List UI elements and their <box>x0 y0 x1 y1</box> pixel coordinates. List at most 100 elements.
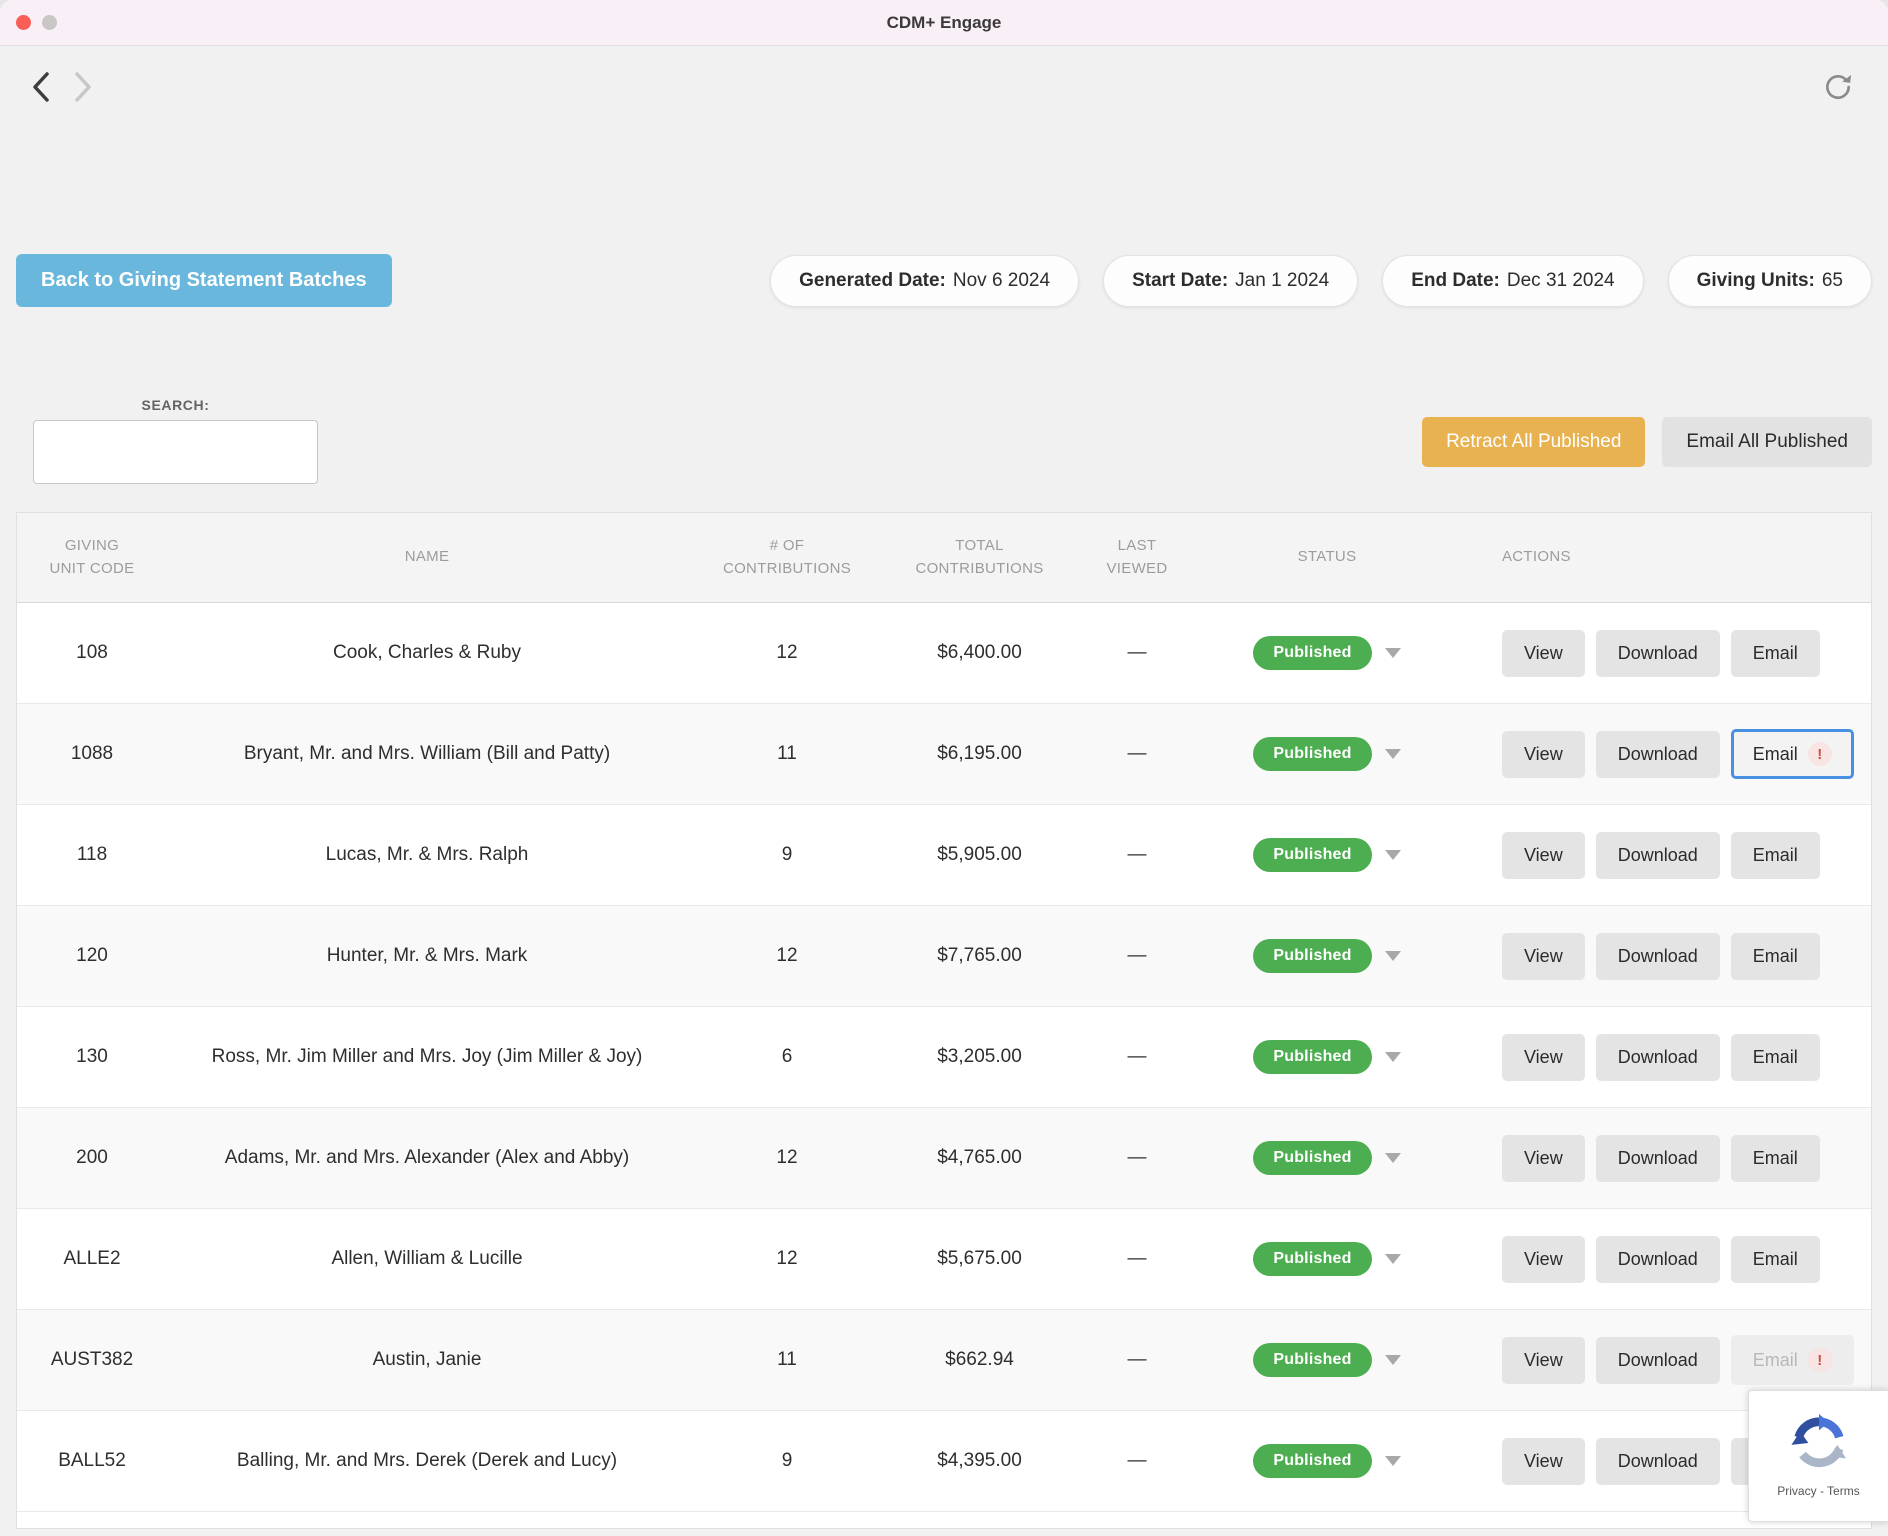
back-nav-icon[interactable] <box>30 70 52 104</box>
table-row: 1088 Bryant, Mr. and Mrs. William (Bill … <box>17 704 1871 805</box>
generated-date-value: Nov 6 2024 <box>953 270 1050 291</box>
total-contributions-cell: $4,395.00 <box>887 1450 1072 1472</box>
download-button[interactable]: Download <box>1596 1438 1720 1485</box>
actions-cell: View Download Email ! <box>1452 630 1871 677</box>
status-dropdown-caret-icon[interactable] <box>1385 648 1401 658</box>
email-button[interactable]: Email ! <box>1731 1335 1854 1385</box>
contributions-cell: 12 <box>687 1248 887 1270</box>
giving-units-value: 65 <box>1822 270 1843 291</box>
status-cell: Published <box>1202 838 1452 872</box>
name-cell: Hunter, Mr. & Mrs. Mark <box>167 945 687 967</box>
status-cell: Published <box>1202 1242 1452 1276</box>
name-cell: Balling, Mr. and Mrs. Derek (Derek and L… <box>167 1450 687 1472</box>
actions-cell: View Download Email ! <box>1452 1034 1871 1081</box>
start-date-pill: Start Date:Jan 1 2024 <box>1103 255 1358 307</box>
email-button[interactable]: Email ! <box>1731 832 1820 879</box>
recaptcha-badge[interactable]: Privacy - Terms <box>1748 1390 1888 1522</box>
forward-nav-icon[interactable] <box>72 70 94 104</box>
table-header: GIVING UNIT CODE NAME # OF CONTRIBUTIONS… <box>17 513 1871 603</box>
download-button[interactable]: Download <box>1596 1236 1720 1283</box>
last-viewed-cell: — <box>1072 844 1202 866</box>
refresh-icon[interactable] <box>1822 71 1854 103</box>
last-viewed-cell: — <box>1072 642 1202 664</box>
status-dropdown-caret-icon[interactable] <box>1385 951 1401 961</box>
table-row: 108 Cook, Charles & Ruby 12 $6,400.00 — … <box>17 603 1871 704</box>
download-button[interactable]: Download <box>1596 731 1720 778</box>
status-dropdown-caret-icon[interactable] <box>1385 1355 1401 1365</box>
giving-unit-code-cell: 120 <box>17 945 167 967</box>
giving-unit-code-cell: 118 <box>17 844 167 866</box>
column-header-total-contributions: TOTAL CONTRIBUTIONS <box>887 535 1072 580</box>
total-contributions-cell: $5,905.00 <box>887 844 1072 866</box>
email-button-label: Email <box>1753 1249 1798 1270</box>
view-button[interactable]: View <box>1502 1034 1585 1081</box>
recaptcha-privacy-terms[interactable]: Privacy - Terms <box>1777 1484 1859 1498</box>
table-row: ALLE2 Allen, William & Lucille 12 $5,675… <box>17 1209 1871 1310</box>
total-contributions-cell: $3,205.00 <box>887 1046 1072 1068</box>
view-button[interactable]: View <box>1502 1135 1585 1182</box>
retract-all-published-button[interactable]: Retract All Published <box>1422 417 1645 467</box>
nav-arrows <box>30 70 94 104</box>
view-button[interactable]: View <box>1502 1438 1585 1485</box>
last-viewed-cell: — <box>1072 1147 1202 1169</box>
last-viewed-cell: — <box>1072 945 1202 967</box>
actions-cell: View Download Email ! <box>1452 1335 1871 1385</box>
refresh-wrap <box>1822 71 1854 103</box>
end-date-value: Dec 31 2024 <box>1507 270 1615 291</box>
email-button[interactable]: Email ! <box>1731 630 1820 677</box>
status-cell: Published <box>1202 1444 1452 1478</box>
download-button[interactable]: Download <box>1596 933 1720 980</box>
email-error-icon: ! <box>1808 742 1832 766</box>
view-button[interactable]: View <box>1502 1337 1585 1384</box>
download-button[interactable]: Download <box>1596 1034 1720 1081</box>
download-button[interactable]: Download <box>1596 1337 1720 1384</box>
name-cell: Cook, Charles & Ruby <box>167 642 687 664</box>
status-dropdown-caret-icon[interactable] <box>1385 1052 1401 1062</box>
recaptcha-icon <box>1790 1414 1848 1472</box>
view-button[interactable]: View <box>1502 1236 1585 1283</box>
status-dropdown-caret-icon[interactable] <box>1385 749 1401 759</box>
view-button[interactable]: View <box>1502 630 1585 677</box>
status-dropdown-caret-icon[interactable] <box>1385 850 1401 860</box>
email-all-published-button[interactable]: Email All Published <box>1662 417 1872 467</box>
generated-date-label: Generated Date: <box>799 270 946 291</box>
summary-pills: Generated Date: Nov 6 2024 Start Date:Jan… <box>770 255 1872 307</box>
status-dropdown-caret-icon[interactable] <box>1385 1456 1401 1466</box>
total-contributions-cell: $7,765.00 <box>887 945 1072 967</box>
minimize-window-button[interactable] <box>42 15 57 30</box>
close-window-button[interactable] <box>16 15 31 30</box>
view-button[interactable]: View <box>1502 832 1585 879</box>
total-contributions-cell: $6,195.00 <box>887 743 1072 765</box>
name-cell: Lucas, Mr. & Mrs. Ralph <box>167 844 687 866</box>
view-button[interactable]: View <box>1502 933 1585 980</box>
email-button[interactable]: Email ! <box>1731 1135 1820 1182</box>
email-button[interactable]: Email ! <box>1731 729 1854 779</box>
giving-unit-code-cell: BALL52 <box>17 1450 167 1472</box>
status-dropdown-caret-icon[interactable] <box>1385 1254 1401 1264</box>
total-contributions-cell: $6,400.00 <box>887 642 1072 664</box>
email-button[interactable]: Email ! <box>1731 1236 1820 1283</box>
table-body: 108 Cook, Charles & Ruby 12 $6,400.00 — … <box>17 603 1871 1512</box>
download-button[interactable]: Download <box>1596 630 1720 677</box>
total-contributions-cell: $662.94 <box>887 1349 1072 1371</box>
email-button[interactable]: Email ! <box>1731 1034 1820 1081</box>
view-button[interactable]: View <box>1502 731 1585 778</box>
name-cell: Ross, Mr. Jim Miller and Mrs. Joy (Jim M… <box>167 1046 687 1068</box>
giving-unit-code-cell: 1088 <box>17 743 167 765</box>
status-badge: Published <box>1253 737 1371 771</box>
last-viewed-cell: — <box>1072 1046 1202 1068</box>
table-row: 130 Ross, Mr. Jim Miller and Mrs. Joy (J… <box>17 1007 1871 1108</box>
name-cell: Bryant, Mr. and Mrs. William (Bill and P… <box>167 743 687 765</box>
search-label: SEARCH: <box>142 397 210 413</box>
contributions-cell: 9 <box>687 844 887 866</box>
actions-cell: View Download Email ! <box>1452 729 1871 779</box>
back-to-batches-button[interactable]: Back to Giving Statement Batches <box>16 254 392 307</box>
status-dropdown-caret-icon[interactable] <box>1385 1153 1401 1163</box>
download-button[interactable]: Download <box>1596 832 1720 879</box>
email-button[interactable]: Email ! <box>1731 933 1820 980</box>
search-input[interactable] <box>33 420 318 484</box>
status-cell: Published <box>1202 1040 1452 1074</box>
email-button-label: Email <box>1753 946 1798 967</box>
contributions-cell: 12 <box>687 1147 887 1169</box>
download-button[interactable]: Download <box>1596 1135 1720 1182</box>
